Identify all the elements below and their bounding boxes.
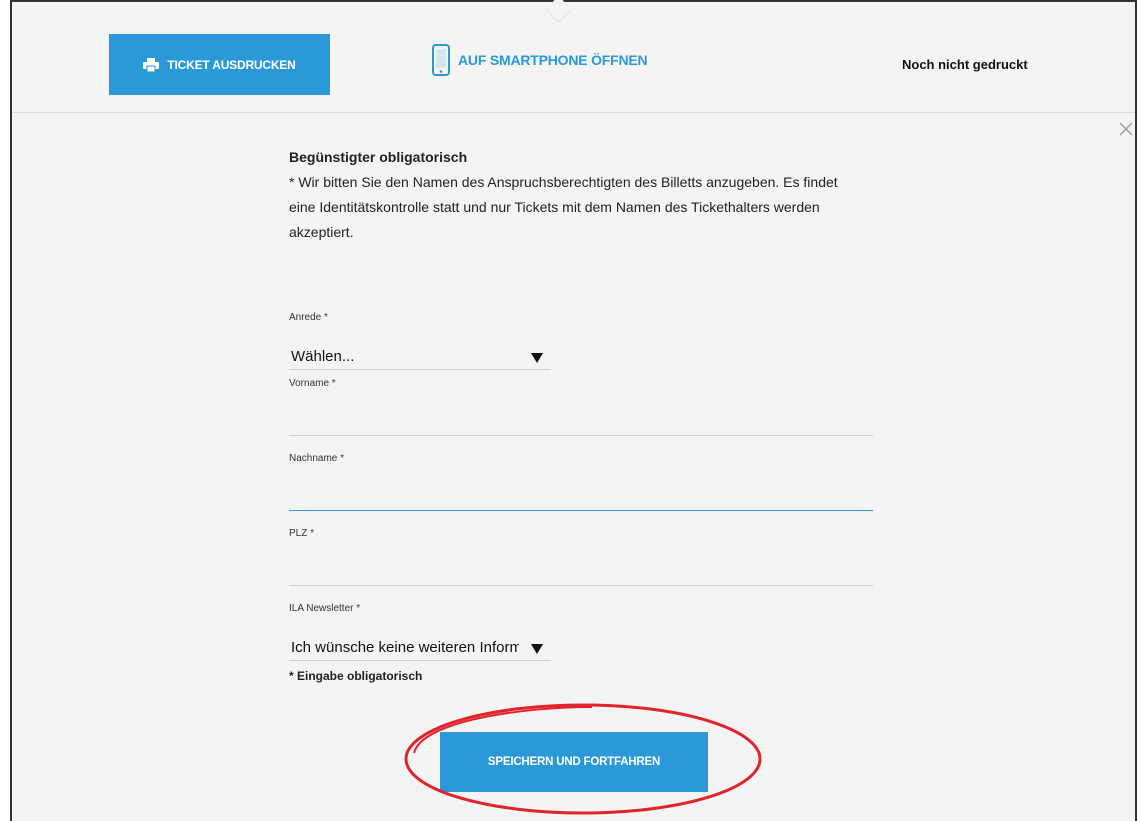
beneficiary-form: Anrede * Wählen... Vorname * Nachname * … <box>289 312 877 683</box>
salutation-select[interactable]: Wählen... <box>289 324 551 370</box>
newsletter-label: ILA Newsletter * <box>289 603 361 614</box>
section-heading: Begünstigter obligatorisch <box>289 149 468 165</box>
lastname-label: Nachname * <box>289 453 345 464</box>
required-fields-note: * Eingabe obligatorisch <box>289 669 423 683</box>
close-icon[interactable] <box>1117 120 1135 138</box>
ticket-toolbar: TICKET AUSDRUCKEN AUF SMARTPHONE ÖFFNEN … <box>12 0 1135 113</box>
smartphone-icon <box>432 44 450 76</box>
printer-icon <box>143 57 160 72</box>
zip-field-wrapper: PLZ * <box>289 528 877 586</box>
ticket-dialog: TICKET AUSDRUCKEN AUF SMARTPHONE ÖFFNEN … <box>10 0 1137 821</box>
print-ticket-button[interactable]: TICKET AUSDRUCKEN <box>109 34 330 95</box>
salutation-selected-value: Wählen... <box>291 348 355 365</box>
salutation-label: Anrede * <box>289 312 328 323</box>
firstname-field-wrapper: Vorname * <box>289 378 877 436</box>
toolbar-notch <box>545 0 572 23</box>
firstname-input[interactable] <box>289 400 877 432</box>
zip-input[interactable] <box>289 550 877 582</box>
print-status-text: Noch nicht gedruckt <box>902 57 1028 72</box>
firstname-label: Vorname * <box>289 378 336 389</box>
newsletter-select[interactable]: Ich wünsche keine weiteren Informationen <box>289 615 551 661</box>
lastname-field-wrapper: Nachname * <box>289 453 877 511</box>
open-on-smartphone-label: AUF SMARTPHONE ÖFFNEN <box>458 52 648 68</box>
dropdown-arrow-icon <box>531 353 543 363</box>
dropdown-arrow-icon <box>531 644 543 654</box>
print-ticket-label: TICKET AUSDRUCKEN <box>167 57 296 72</box>
section-intro-text: * Wir bitten Sie den Namen des Anspruchs… <box>289 174 838 240</box>
open-on-smartphone-link[interactable]: AUF SMARTPHONE ÖFFNEN <box>432 44 648 76</box>
save-and-continue-button[interactable]: SPEICHERN UND FORTFAHREN <box>440 732 708 792</box>
beneficiary-form-section: Begünstigter obligatorisch * Wir bitten … <box>289 147 889 683</box>
zip-label: PLZ * <box>289 528 315 539</box>
lastname-input[interactable] <box>289 475 877 507</box>
newsletter-selected-value: Ich wünsche keine weiteren Informationen <box>291 639 519 656</box>
